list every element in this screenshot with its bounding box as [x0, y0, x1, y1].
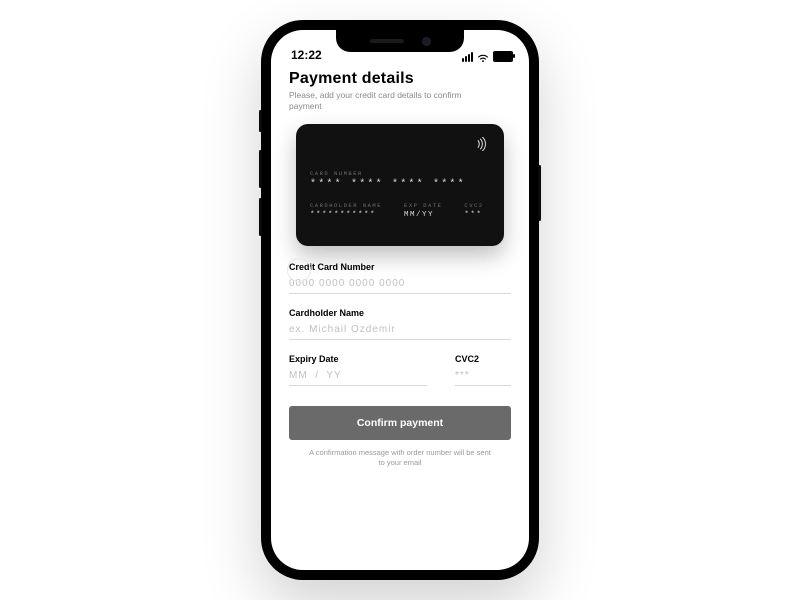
focus-ring-icon: [287, 258, 311, 282]
battery-icon: [493, 51, 513, 62]
card-exp-value: MM/YY: [404, 211, 442, 219]
wifi-icon: [477, 52, 489, 61]
cardholder-field-label: Cardholder Name: [289, 308, 511, 318]
page-subtitle: Please, add your credit card details to …: [289, 90, 479, 112]
contactless-icon: [474, 136, 490, 157]
card-holder-value: ***********: [310, 211, 382, 219]
cvc-field-label: CVC2: [455, 354, 511, 364]
card-number-value: **** **** **** ****: [310, 179, 490, 190]
cardholder-input[interactable]: [289, 318, 511, 340]
volume-up: [259, 150, 262, 188]
notch: [336, 30, 464, 52]
cvc-input[interactable]: [455, 364, 511, 386]
power-button: [538, 165, 541, 221]
confirmation-footnote: A confirmation message with order number…: [305, 448, 495, 468]
card-holder-label: CARDHOLDER NAME: [310, 202, 382, 209]
card-preview: CARD NUMBER **** **** **** **** CARDHOLD…: [296, 124, 504, 246]
card-cvc-value: ***: [464, 211, 483, 219]
payment-screen: Payment details Please, add your credit …: [271, 64, 529, 468]
card-number-label: CARD NUMBER: [310, 170, 490, 177]
status-icons: [462, 51, 513, 62]
card-exp-label: EXP DATE: [404, 202, 442, 209]
payment-form: Credit Card Number Cardholder Name Expir…: [289, 262, 511, 468]
mute-switch: [259, 110, 262, 132]
phone-frame: 12:22 Payment details Please, add your c…: [261, 20, 539, 580]
cellular-icon: [462, 52, 473, 62]
card-number-field-label: Credit Card Number: [289, 262, 511, 272]
status-time: 12:22: [291, 48, 322, 62]
screen: 12:22 Payment details Please, add your c…: [271, 30, 529, 570]
confirm-payment-button[interactable]: Confirm payment: [289, 406, 511, 440]
volume-down: [259, 198, 262, 236]
speaker-icon: [370, 39, 404, 43]
expiry-field-label: Expiry Date: [289, 354, 427, 364]
expiry-input[interactable]: [289, 364, 427, 386]
front-camera-icon: [422, 37, 431, 46]
card-cvc-label: CVC2: [464, 202, 483, 209]
card-number-input[interactable]: [289, 272, 511, 294]
page-title: Payment details: [289, 70, 511, 88]
